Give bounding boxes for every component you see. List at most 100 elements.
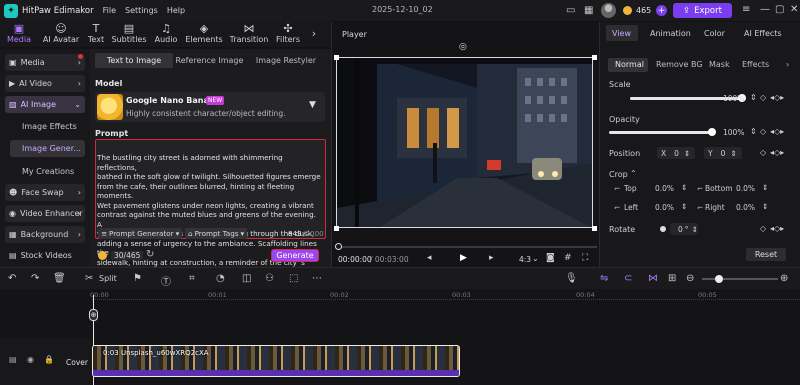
menu-settings[interactable]: Settings bbox=[125, 6, 158, 15]
export-button[interactable]: ⇪ Export bbox=[673, 3, 732, 18]
rotate-handle-icon[interactable]: ◎ bbox=[459, 42, 467, 52]
rotate-field[interactable]: 0 ° ⇕ bbox=[670, 223, 698, 235]
opacity-slider-knob[interactable] bbox=[708, 128, 716, 136]
tab-color[interactable]: Color bbox=[704, 29, 725, 38]
aspect-ratio[interactable]: 4:3 bbox=[519, 255, 531, 264]
sidebar-item-video-enhancer[interactable]: ◉ Video Enhancer › bbox=[5, 205, 85, 222]
tool-subtitles[interactable]: ▤ Subtitles bbox=[108, 21, 150, 47]
fullscreen-icon[interactable]: ⛶ bbox=[582, 253, 588, 263]
tab-image-restyler[interactable]: Image Restyler bbox=[246, 53, 326, 68]
toolbar-more-button[interactable]: › bbox=[304, 21, 324, 47]
refresh-icon[interactable]: ↻ bbox=[146, 249, 154, 260]
tool-audio[interactable]: ♫ Audio bbox=[150, 21, 182, 47]
freeze-icon[interactable]: ◫ bbox=[242, 273, 251, 284]
playback-scrubber[interactable] bbox=[335, 246, 597, 248]
subtab-normal[interactable]: Normal bbox=[615, 60, 644, 69]
tab-view[interactable]: View bbox=[612, 29, 631, 38]
delete-icon[interactable]: 🗑 bbox=[53, 273, 66, 284]
zoom-out-icon[interactable]: ⊖ bbox=[686, 273, 694, 284]
position-x-field[interactable]: X 0 ⇕ bbox=[657, 147, 695, 159]
crop-top-value[interactable]: 0.0% bbox=[655, 184, 674, 193]
marker-icon[interactable]: ⚑ bbox=[133, 273, 142, 284]
nav-keyframe-icon[interactable]: ◂◇▸ bbox=[770, 224, 784, 233]
crop-left-value[interactable]: 0.0% bbox=[655, 203, 674, 212]
keyframe-icon[interactable]: ◇ bbox=[760, 224, 766, 233]
nav-keyframe-icon[interactable]: ◂◇▸ bbox=[770, 93, 784, 102]
menu-icon[interactable]: ≡ bbox=[742, 4, 750, 15]
tab-ai-effects[interactable]: AI Effects bbox=[744, 29, 782, 38]
undo-icon[interactable]: ↶ bbox=[8, 273, 16, 284]
guide-grid-icon[interactable]: # bbox=[564, 253, 572, 263]
scale-value[interactable]: 100% bbox=[723, 94, 744, 103]
stepper-arrows-icon[interactable]: ⇕ bbox=[762, 183, 768, 192]
zoom-slider[interactable] bbox=[702, 278, 778, 280]
redo-icon[interactable]: ↷ bbox=[31, 273, 39, 284]
menu-help[interactable]: Help bbox=[167, 6, 185, 15]
resize-handle[interactable] bbox=[334, 226, 339, 231]
microphone-icon[interactable]: 🎙 bbox=[565, 273, 578, 284]
prompt-generator-button[interactable]: ≡ Prompt Generator ▾ bbox=[98, 228, 183, 239]
grid-icon[interactable]: ▦ bbox=[584, 5, 593, 16]
crop-bottom-value[interactable]: 0.0% bbox=[736, 184, 755, 193]
stepper-arrows-icon[interactable]: ⇕ bbox=[681, 202, 687, 211]
opacity-value[interactable]: 100% bbox=[723, 128, 744, 137]
sidebar-item-image-effects[interactable]: Image Effects bbox=[22, 122, 77, 131]
crop-tool-icon[interactable]: ⌗ bbox=[189, 273, 195, 284]
previous-frame-icon[interactable]: ◂ bbox=[427, 253, 432, 263]
play-icon[interactable]: ▶ bbox=[460, 253, 467, 263]
video-clip[interactable]: 0:03 Unsplash_u60wXRQ2cXA bbox=[92, 345, 460, 377]
zoom-fit-icon[interactable]: ⊞ bbox=[668, 273, 676, 284]
resize-handle[interactable] bbox=[592, 226, 597, 231]
ai-tool-icon[interactable]: ⚇ bbox=[265, 273, 274, 284]
next-frame-icon[interactable]: ▸ bbox=[489, 253, 494, 263]
close-icon[interactable]: ✕ bbox=[790, 4, 798, 15]
crop-right-value[interactable]: 0.0% bbox=[736, 203, 755, 212]
sidebar-item-background[interactable]: ▦ Background › bbox=[5, 226, 85, 243]
keyframe-icon[interactable]: ◇ bbox=[760, 127, 766, 136]
menu-file[interactable]: File bbox=[103, 6, 116, 15]
keyframe-icon[interactable]: ◇ bbox=[760, 93, 766, 102]
zoom-in-icon[interactable]: ⊕ bbox=[780, 273, 788, 284]
chevron-right-icon[interactable]: › bbox=[786, 60, 789, 69]
sidebar-item-stock-videos[interactable]: ▤ Stock Videos bbox=[5, 247, 85, 264]
stepper-arrows-icon[interactable]: ⇕ bbox=[750, 127, 757, 136]
position-y-field[interactable]: Y 0 ⇕ bbox=[704, 147, 742, 159]
eye-icon[interactable]: ◉ bbox=[27, 355, 34, 364]
tool-elements[interactable]: ◈ Elements bbox=[182, 21, 226, 47]
nav-keyframe-icon[interactable]: ◂◇▸ bbox=[770, 127, 784, 136]
sidebar-item-my-creations[interactable]: My Creations bbox=[22, 167, 74, 176]
subtab-effects[interactable]: Effects bbox=[742, 60, 769, 69]
nav-keyframe-icon[interactable]: ◂◇▸ bbox=[770, 148, 784, 157]
transform-icon[interactable]: ⬚ bbox=[289, 273, 298, 284]
stepper-arrows-icon[interactable]: ⇕ bbox=[750, 93, 757, 102]
snapshot-icon[interactable]: ◙ bbox=[546, 253, 555, 263]
stepper-arrows-icon[interactable]: ⇕ bbox=[681, 183, 687, 192]
tool-transition[interactable]: ⋈ Transition bbox=[226, 21, 272, 47]
rotate-dial-icon[interactable] bbox=[660, 226, 666, 232]
sidebar-item-ai-image[interactable]: ▨ AI Image ⌄ bbox=[5, 96, 85, 113]
split-label[interactable]: Split bbox=[99, 274, 117, 283]
link-icon[interactable]: ⇋ bbox=[600, 273, 608, 284]
tool-text[interactable]: T Text bbox=[84, 21, 108, 47]
subtab-mask[interactable]: Mask bbox=[709, 60, 730, 69]
resize-handle[interactable] bbox=[334, 55, 339, 60]
snap-icon[interactable]: ⋈ bbox=[648, 273, 658, 284]
speed-icon[interactable]: ◔ bbox=[216, 273, 225, 284]
tab-text-to-image[interactable]: Text to Image bbox=[95, 53, 173, 68]
scrubber-knob[interactable] bbox=[335, 243, 342, 250]
zoom-slider-knob[interactable] bbox=[715, 275, 723, 283]
split-icon[interactable]: ✂ bbox=[85, 273, 93, 284]
monitor-icon[interactable]: ▭ bbox=[566, 5, 575, 16]
sidebar-item-ai-video[interactable]: ▶ AI Video › bbox=[5, 75, 85, 92]
subtab-remove-bg[interactable]: Remove BG bbox=[656, 60, 703, 69]
tab-reference-image[interactable]: Reference Image bbox=[173, 53, 246, 68]
more-icon[interactable]: ⋯ bbox=[312, 273, 322, 284]
tool-ai-avatar[interactable]: ☺ AI Avatar bbox=[38, 21, 84, 47]
chevron-down-icon[interactable]: ⌄ bbox=[532, 254, 539, 263]
reset-button[interactable]: Reset bbox=[746, 248, 786, 261]
resize-handle[interactable] bbox=[592, 55, 597, 60]
add-credits-button[interactable]: + bbox=[656, 5, 667, 16]
playhead-handle[interactable]: ⊕ bbox=[89, 309, 98, 321]
magnet-icon[interactable]: ⊂ bbox=[624, 273, 632, 284]
generate-button[interactable]: Generate bbox=[271, 249, 319, 262]
